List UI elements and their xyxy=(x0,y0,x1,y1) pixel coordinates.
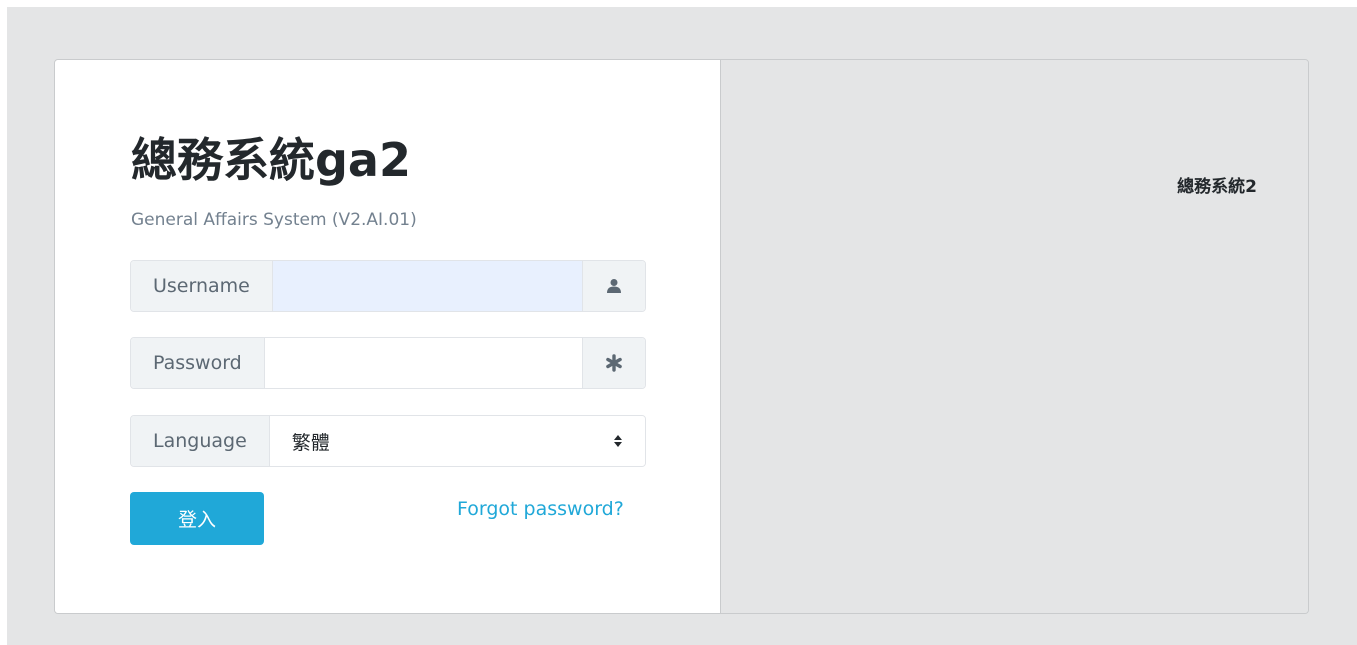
language-select[interactable]: 繁體 xyxy=(269,416,645,466)
password-group: Password xyxy=(130,337,646,389)
sort-arrows-icon xyxy=(613,434,623,448)
forgot-password-link[interactable]: Forgot password? xyxy=(457,497,624,521)
login-button[interactable]: 登入 xyxy=(130,492,264,545)
language-label: Language xyxy=(131,416,270,466)
login-panel: 總務系統ga2 General Affairs System (V2.AI.01… xyxy=(55,60,721,613)
user-icon xyxy=(582,261,645,311)
app-subtitle: General Affairs System (V2.AI.01) xyxy=(131,210,417,230)
username-input[interactable] xyxy=(272,261,582,311)
username-label: Username xyxy=(131,261,273,311)
username-group: Username xyxy=(130,260,646,312)
page-title: 總務系統ga2 xyxy=(131,133,411,187)
side-panel: 總務系統2 xyxy=(721,60,1308,613)
password-input[interactable] xyxy=(264,338,582,388)
password-label: Password xyxy=(131,338,265,388)
language-group: Language 繁體 xyxy=(130,415,646,467)
asterisk-icon xyxy=(582,338,645,388)
login-card: 總務系統ga2 General Affairs System (V2.AI.01… xyxy=(54,59,1309,614)
language-selected-value: 繁體 xyxy=(291,431,330,454)
side-title: 總務系統2 xyxy=(1177,177,1257,197)
